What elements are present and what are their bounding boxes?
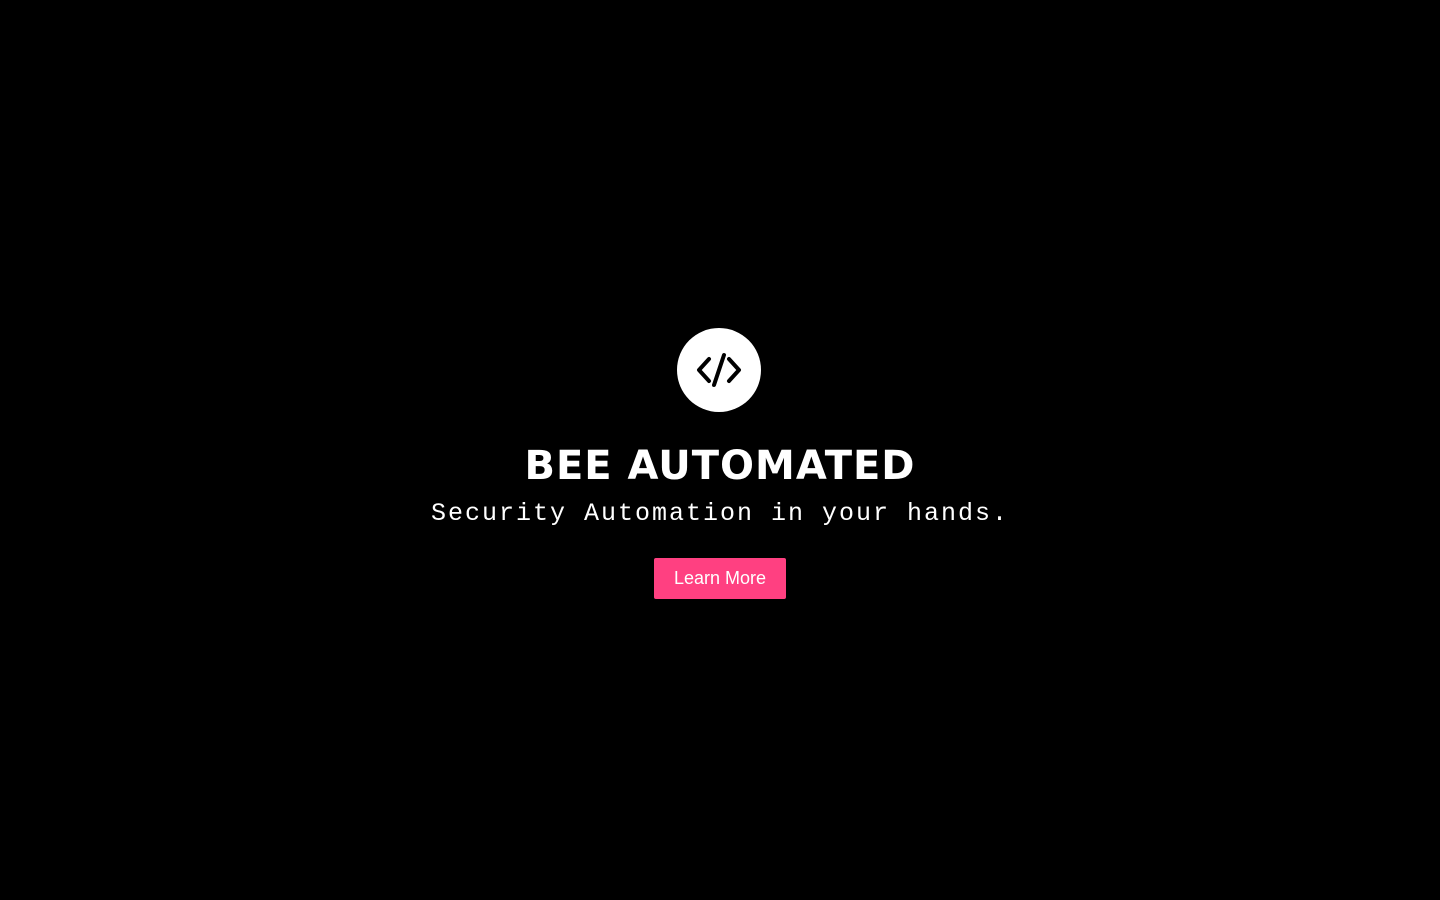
site-title: BEE AUTOMATED [524,443,916,489]
learn-more-button[interactable]: Learn More [654,558,786,599]
hero-section: BEE AUTOMATED Security Automation in you… [0,0,1440,900]
code-icon [689,340,749,400]
tagline: Security Automation in your hands. [430,499,1010,528]
logo-badge [677,328,761,412]
